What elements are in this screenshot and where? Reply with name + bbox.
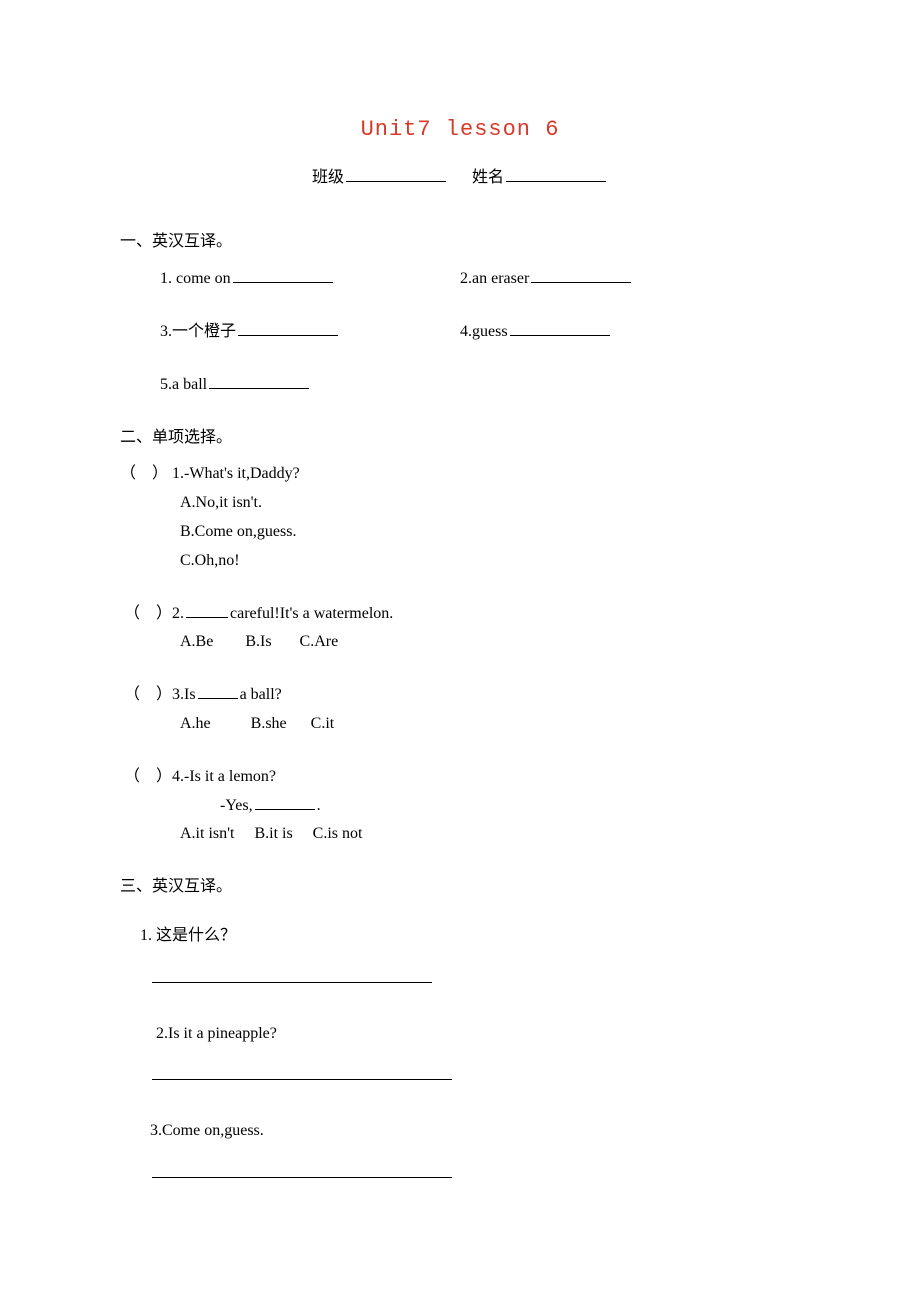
s1-item3-num: 3. bbox=[160, 323, 172, 340]
q1-opt-a: A.No,it isn't. bbox=[120, 489, 800, 518]
q2-blank[interactable] bbox=[186, 601, 228, 618]
s3-item2-num: 2. bbox=[156, 1025, 168, 1042]
q3-num: 3. bbox=[172, 686, 184, 703]
s3-ans1 bbox=[150, 965, 800, 994]
s3-item2: 2.Is it a pineapple? bbox=[120, 1020, 800, 1049]
s1-item1-num: 1. bbox=[160, 270, 172, 287]
q4-stem2-pre: -Yes, bbox=[220, 797, 253, 814]
q4-stem: -Is it a lemon? bbox=[184, 768, 276, 785]
q1-num: 1. bbox=[172, 465, 184, 482]
section2-heading: 二、单项选择。 bbox=[120, 424, 800, 453]
s1-item3-text: 一个橙子 bbox=[172, 323, 236, 340]
q4-stem2-post: . bbox=[317, 797, 321, 814]
worksheet-page: Unit7 lesson 6 班级 姓名 一、英汉互译。 1. come on … bbox=[0, 0, 920, 1275]
s1-blank4[interactable] bbox=[510, 319, 610, 336]
s3-blank2[interactable] bbox=[152, 1063, 452, 1080]
s3-ans2 bbox=[150, 1062, 800, 1091]
q3-stem-pre: Is bbox=[184, 686, 196, 703]
s3-blank1[interactable] bbox=[152, 966, 432, 983]
q3-paren[interactable]: （ ） bbox=[124, 686, 172, 703]
q4: （ ）4.-Is it a lemon? -Yes,. A.it isn't B… bbox=[120, 763, 800, 849]
s1-item1-text: come on bbox=[176, 270, 231, 287]
s1-item5-text: a ball bbox=[172, 376, 207, 393]
s3-blank3[interactable] bbox=[152, 1161, 452, 1178]
q3: （ ）3.Is a ball? A.he B.she C.it bbox=[120, 681, 800, 739]
s1-row1: 1. come on 2.an eraser bbox=[120, 265, 800, 294]
s3-ans3 bbox=[150, 1160, 800, 1189]
student-info-line: 班级 姓名 bbox=[120, 164, 800, 193]
q4-stem2: -Yes,. bbox=[120, 792, 800, 821]
s3-item1-text: 这是什么？ bbox=[156, 927, 236, 944]
s3-item1: 1. 这是什么？ bbox=[120, 922, 800, 951]
s1-item5-num: 5. bbox=[160, 376, 172, 393]
section1-heading: 一、英汉互译。 bbox=[120, 228, 800, 257]
q2-options: A.Be B.Is C.Are bbox=[120, 628, 800, 657]
q1-stem: -What's it,Daddy? bbox=[184, 465, 300, 482]
s3-item1-num: 1. bbox=[140, 927, 152, 944]
s1-blank2[interactable] bbox=[531, 266, 631, 283]
s3-item3-text: Come on,guess. bbox=[162, 1122, 264, 1139]
s1-item2-num: 2. bbox=[460, 270, 472, 287]
q2: （ ）2. careful!It's a watermelon. A.Be B.I… bbox=[120, 600, 800, 658]
s1-item4-text: guess bbox=[472, 323, 508, 340]
q4-num: 4. bbox=[172, 768, 184, 785]
q2-stem-post: careful!It's a watermelon. bbox=[230, 605, 393, 622]
s1-blank5[interactable] bbox=[209, 372, 309, 389]
q1-paren[interactable]: （ ） bbox=[120, 465, 168, 482]
class-input-blank[interactable] bbox=[346, 165, 446, 182]
q4-blank[interactable] bbox=[255, 793, 315, 810]
name-label: 姓名 bbox=[472, 169, 504, 186]
s1-item4-num: 4. bbox=[460, 323, 472, 340]
section3-heading: 三、英汉互译。 bbox=[120, 873, 800, 902]
q2-num: 2. bbox=[172, 605, 184, 622]
s1-blank3[interactable] bbox=[238, 319, 338, 336]
q2-paren[interactable]: （ ） bbox=[124, 605, 172, 622]
q3-stem-post: a ball? bbox=[240, 686, 282, 703]
q3-blank[interactable] bbox=[198, 682, 238, 699]
s3-item2-text: Is it a pineapple? bbox=[168, 1025, 277, 1042]
s1-blank1[interactable] bbox=[233, 266, 333, 283]
q4-paren[interactable]: （ ） bbox=[124, 768, 172, 785]
class-label: 班级 bbox=[312, 169, 344, 186]
s3-item3-num: 3. bbox=[150, 1122, 162, 1139]
name-input-blank[interactable] bbox=[506, 165, 606, 182]
s1-row3: 5.a ball bbox=[120, 371, 800, 400]
page-title: Unit7 lesson 6 bbox=[120, 110, 800, 150]
q1: （ ） 1.-What's it,Daddy? A.No,it isn't. B… bbox=[120, 460, 800, 575]
q3-options: A.he B.she C.it bbox=[120, 710, 800, 739]
q1-opt-c: C.Oh,no! bbox=[120, 547, 800, 576]
q1-opt-b: B.Come on,guess. bbox=[120, 518, 800, 547]
q4-options: A.it isn't B.it is C.is not bbox=[120, 820, 800, 849]
s1-item2-text: an eraser bbox=[472, 270, 529, 287]
s3-item3: 3.Come on,guess. bbox=[120, 1117, 800, 1146]
s1-row2: 3.一个橙子 4.guess bbox=[120, 318, 800, 347]
